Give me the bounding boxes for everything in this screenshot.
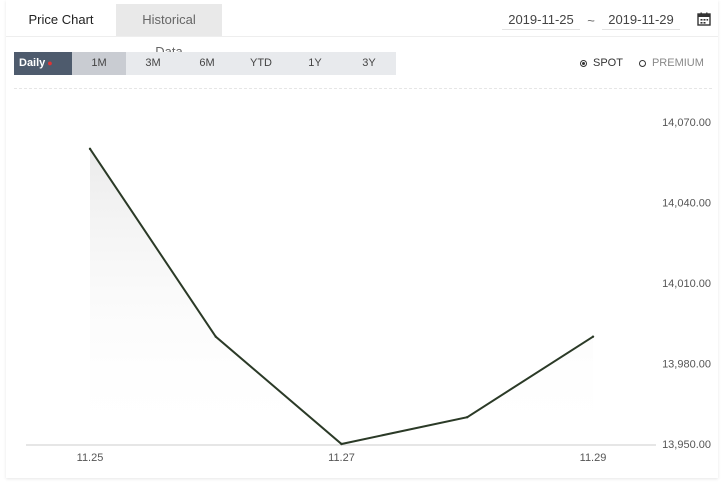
price-line-chart: 14,070.00 14,040.00 14,010.00 13,980.00 13,9…	[26, 117, 711, 464]
y-tick-label: 13,950.00	[662, 439, 711, 451]
x-tick-label: 11.25	[77, 452, 104, 464]
y-tick-label: 14,070.00	[662, 117, 711, 129]
x-tick-label: 11.29	[580, 452, 607, 464]
data-point	[88, 147, 92, 151]
y-tick-label: 13,980.00	[662, 359, 711, 371]
x-tick-label: 11.27	[328, 452, 355, 464]
y-tick-label: 14,040.00	[662, 198, 711, 210]
area-fill	[90, 148, 593, 445]
y-tick-label: 14,010.00	[662, 278, 711, 290]
data-point	[466, 415, 469, 419]
data-point	[340, 442, 343, 446]
data-point	[591, 335, 595, 338]
data-point	[214, 335, 217, 338]
